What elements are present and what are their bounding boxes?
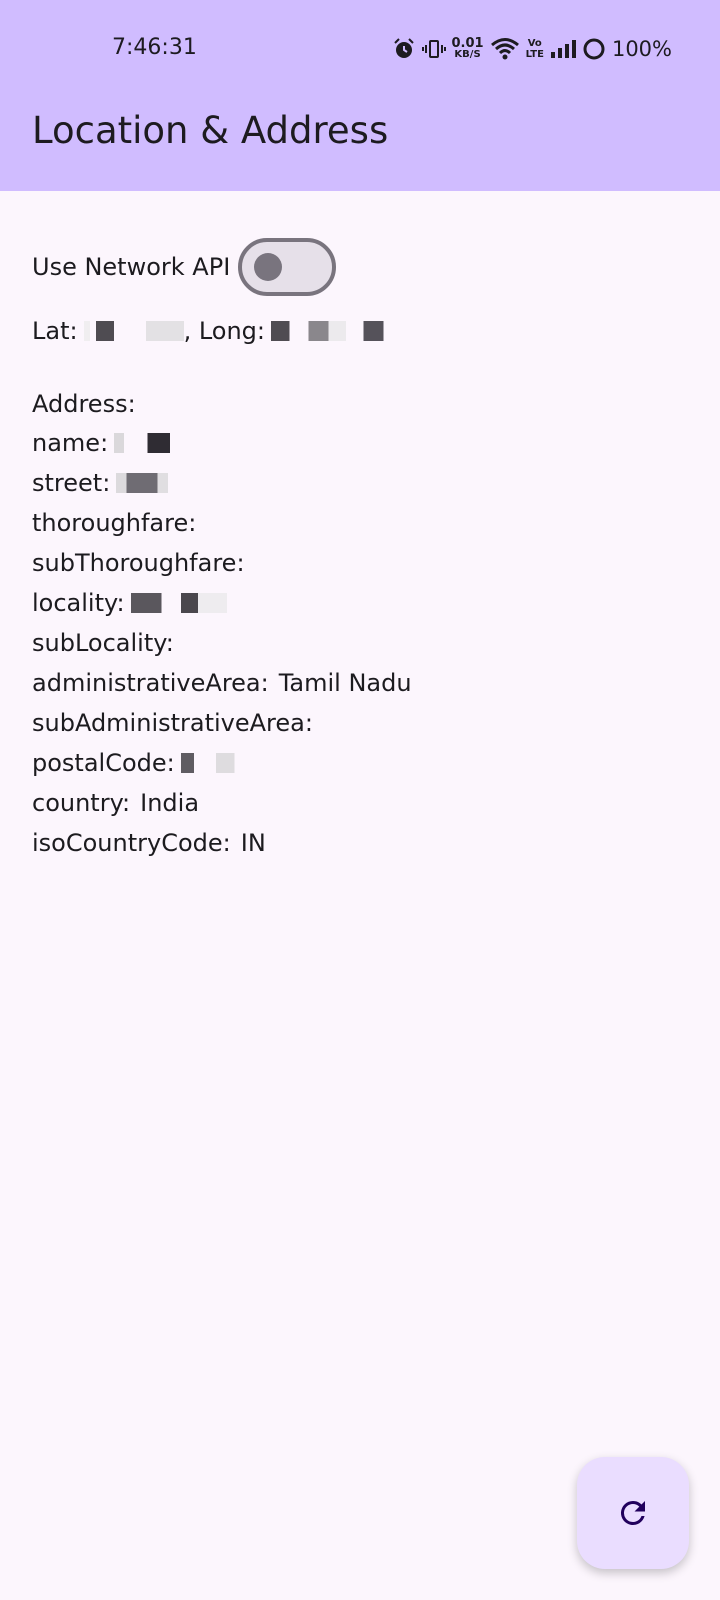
status-icons: 0.01 KB/S Vo LTE 100% — [392, 34, 672, 64]
address-thoroughfare-line: thoroughfare: — [32, 507, 196, 539]
locality-value-redacted — [130, 593, 227, 613]
sublocality-label: subLocality: — [32, 629, 174, 657]
sub-admin-area-label: subAdministrativeArea: — [32, 709, 313, 737]
country-value: India — [140, 789, 200, 817]
lat-value-redacted — [83, 321, 184, 341]
locality-label: locality: — [32, 589, 125, 617]
country-label: country: — [32, 789, 131, 817]
iso-country-code-label: isoCountryCode: — [32, 829, 231, 857]
volte-top: Vo — [527, 38, 542, 49]
network-api-label: Use Network API — [32, 253, 231, 281]
wifi-icon — [490, 38, 519, 60]
refresh-button[interactable] — [577, 1457, 689, 1569]
address-postal-code-line: postalCode: — [32, 747, 273, 779]
top-app-bar: 7:46:31 0.01 KB/S Vo LTE 100% Location &… — [0, 0, 720, 191]
street-label: street: — [32, 469, 111, 497]
thoroughfare-label: thoroughfare: — [32, 509, 197, 537]
network-api-row: Use Network API — [32, 235, 337, 299]
refresh-icon — [620, 1501, 645, 1525]
status-time: 7:46:31 — [112, 35, 197, 60]
toggle-knob — [254, 253, 283, 281]
admin-area-value: Tamil Nadu — [278, 669, 412, 697]
net-speed-unit: KB/S — [454, 49, 481, 60]
address-iso-country-code-line: isoCountryCode: IN — [32, 827, 266, 859]
vibrate-icon — [421, 40, 446, 58]
net-speed: 0.01 KB/S — [451, 36, 484, 60]
net-speed-value: 0.01 — [451, 36, 484, 51]
address-street-line: street: — [32, 467, 169, 499]
status-bar: 7:46:31 0.01 KB/S Vo LTE 100% — [0, 0, 720, 96]
battery-icon — [583, 38, 605, 60]
long-label: , Long: — [183, 317, 265, 345]
address-locality-line: locality: — [32, 587, 227, 619]
network-api-toggle[interactable] — [238, 238, 337, 296]
address-header: Address: — [32, 390, 136, 418]
address-subthoroughfare-line: subThoroughfare: — [32, 547, 245, 579]
street-value-redacted — [116, 473, 169, 493]
address-sublocality-line: subLocality: — [32, 627, 174, 659]
volte-bottom: LTE — [525, 49, 544, 60]
signal-icon — [550, 40, 576, 58]
alarm-icon — [393, 38, 414, 58]
admin-area-label: administrativeArea: — [32, 669, 269, 697]
address-name-line: name: — [32, 427, 171, 459]
subthoroughfare-label: subThoroughfare: — [32, 549, 245, 577]
long-value-redacted — [271, 321, 396, 341]
lat-label: Lat: — [32, 317, 78, 345]
coordinates-line: Lat: , Long: — [32, 315, 396, 347]
address-country-line: country: India — [32, 787, 199, 819]
page-title: Location & Address — [32, 109, 389, 152]
postal-code-label: postalCode: — [32, 749, 175, 777]
address-admin-area-line: administrativeArea: Tamil Nadu — [32, 667, 412, 699]
iso-country-code-value: IN — [240, 829, 266, 857]
name-value-redacted — [114, 433, 171, 453]
postal-code-value-redacted — [180, 753, 273, 773]
name-label: name: — [32, 429, 109, 457]
volte-icon: Vo LTE — [526, 38, 544, 60]
battery-percent: 100% — [611, 37, 672, 61]
address-sub-admin-area-line: subAdministrativeArea: — [32, 707, 313, 739]
